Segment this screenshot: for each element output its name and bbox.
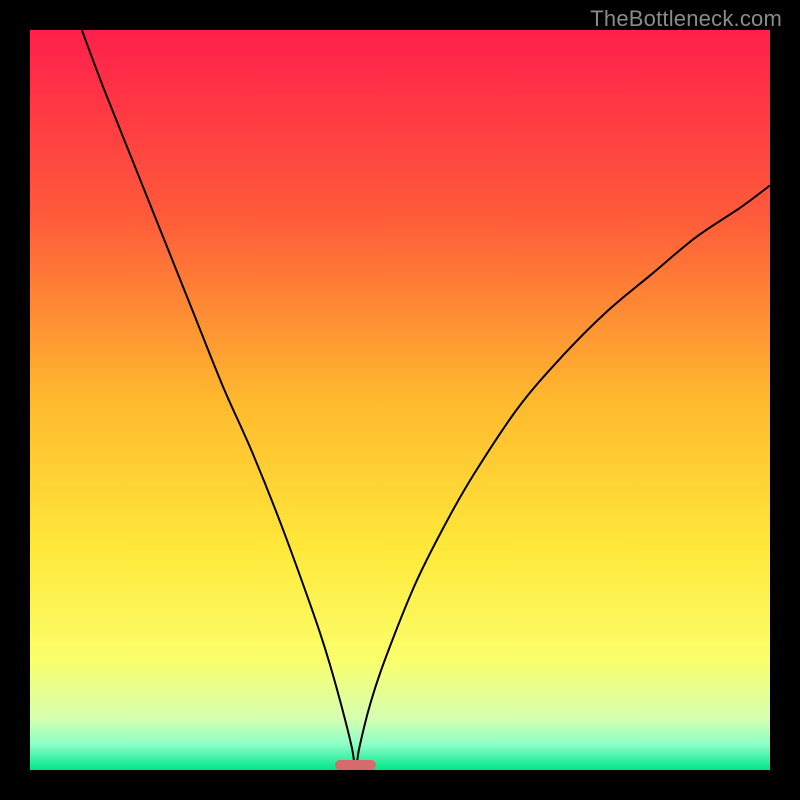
bottleneck-curve — [30, 30, 770, 770]
optimum-marker — [335, 760, 376, 770]
chart-frame: TheBottleneck.com — [0, 0, 800, 800]
plot-area — [30, 30, 770, 770]
watermark-text: TheBottleneck.com — [590, 6, 782, 32]
